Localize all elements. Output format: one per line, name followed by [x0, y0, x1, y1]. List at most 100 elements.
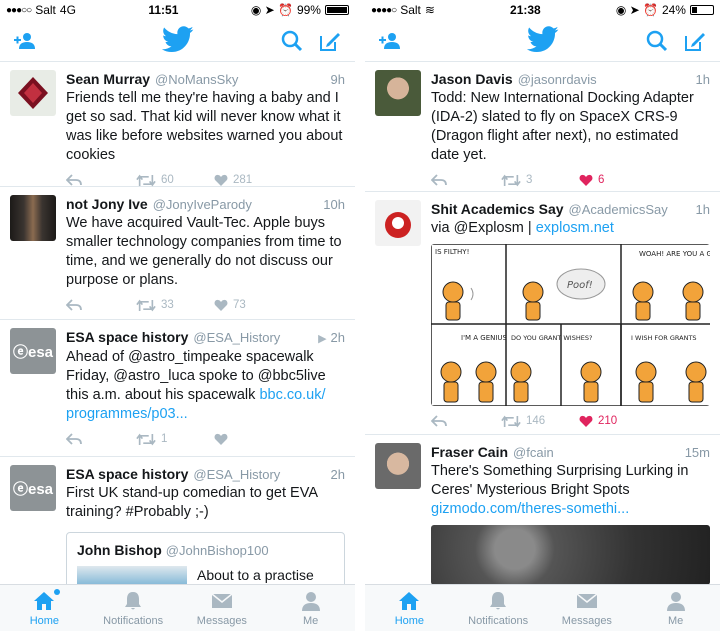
- author-name[interactable]: ESA space history: [66, 465, 188, 483]
- tab-me[interactable]: Me: [631, 585, 720, 631]
- tab-home[interactable]: Home: [365, 585, 454, 631]
- author-handle[interactable]: @jasonrdavis: [518, 71, 692, 89]
- author-handle[interactable]: @JonyIveParody: [153, 196, 320, 214]
- author-name[interactable]: Sean Murray: [66, 70, 150, 88]
- like-count: 210: [598, 415, 618, 427]
- tweet-link[interactable]: gizmodo.com/theres-somethi...: [431, 501, 629, 517]
- retweet-count: 33: [161, 299, 174, 311]
- tab-label: Messages: [561, 615, 612, 627]
- reply-icon[interactable]: [66, 299, 136, 311]
- like-button[interactable]: 281: [214, 174, 284, 186]
- author-name[interactable]: not Jony Ive: [66, 195, 148, 213]
- tab-notifications[interactable]: Notifications: [454, 585, 543, 631]
- wifi-icon: ≋: [424, 3, 435, 17]
- tweet-link[interactable]: explosm.net: [536, 220, 614, 236]
- author-name[interactable]: Fraser Cain: [431, 443, 508, 461]
- add-user-icon[interactable]: [10, 26, 40, 56]
- tweet-card[interactable]: not Jony Ive @JonyIveParody 10h We have ac…: [0, 187, 355, 320]
- retweet-count: 60: [161, 174, 174, 186]
- retweet-button[interactable]: 146: [501, 415, 579, 428]
- tweet-card[interactable]: ⓔesa ESA space history @ESA_History ▶ 2h Ah…: [0, 320, 355, 457]
- tweet-card[interactable]: Sean Murray @NoMansSky 9h Friends tell me …: [0, 62, 355, 187]
- media-indicator-icon: ▶: [318, 333, 327, 345]
- author-name[interactable]: Shit Academics Say: [431, 200, 564, 218]
- person-icon: [666, 592, 685, 611]
- retweet-icon: [501, 415, 521, 428]
- status-bar: ●●●●○ Salt ≋ 21:38 ◉ ➤ ⏰ 24%: [365, 0, 720, 20]
- retweet-button[interactable]: 60: [136, 174, 214, 187]
- comic-caption: WOAH! ARE YOU A GENIE?: [639, 250, 710, 258]
- like-button[interactable]: 210: [579, 415, 649, 427]
- author-handle[interactable]: @fcain: [513, 444, 681, 462]
- battery-icon: [689, 5, 714, 15]
- tweet-time: 1h: [695, 72, 710, 87]
- status-icons: ◉ ➤ ⏰: [250, 3, 293, 17]
- tab-home[interactable]: Home: [0, 585, 89, 631]
- tab-label: Me: [302, 615, 319, 627]
- unread-dot: [54, 589, 61, 595]
- retweet-count: 146: [526, 415, 546, 427]
- reply-icon[interactable]: [66, 433, 136, 445]
- heart-icon: [214, 433, 228, 445]
- like-count: 281: [233, 174, 253, 186]
- bottom-tab-bar: Home Notifications Messages Me: [0, 584, 355, 631]
- reply-icon[interactable]: [431, 415, 501, 427]
- search-icon[interactable]: [642, 26, 672, 56]
- tab-messages[interactable]: Messages: [178, 585, 267, 631]
- like-button[interactable]: 73: [214, 299, 284, 311]
- person-icon: [301, 592, 320, 611]
- comic-image[interactable]: IS FILTHY! Poof! WOAH! ARE YOU A GENIE? …: [431, 244, 710, 406]
- heart-icon: [214, 299, 228, 311]
- avatar[interactable]: [375, 443, 421, 489]
- reply-icon[interactable]: [66, 174, 136, 186]
- reply-icon[interactable]: [431, 174, 501, 186]
- ceres-photo[interactable]: [431, 525, 710, 585]
- avatar[interactable]: [10, 70, 56, 116]
- tab-me[interactable]: Me: [266, 585, 355, 631]
- retweet-button[interactable]: 3: [501, 174, 579, 187]
- tweet-time: 1h: [695, 202, 710, 217]
- tab-messages[interactable]: Messages: [543, 585, 632, 631]
- search-icon[interactable]: [277, 26, 307, 56]
- heart-icon: [214, 174, 228, 186]
- author-handle[interactable]: @AcademicsSay: [569, 201, 692, 219]
- avatar[interactable]: ⓔesa: [10, 465, 56, 511]
- retweet-button[interactable]: 33: [136, 299, 214, 312]
- carrier-label: Salt: [400, 3, 421, 17]
- tab-label: Me: [667, 615, 684, 627]
- avatar[interactable]: ⓔesa: [10, 328, 56, 374]
- home-icon: [34, 592, 55, 610]
- esa-logo-icon: ⓔesa: [12, 480, 54, 498]
- author-handle[interactable]: @ESA_History: [193, 329, 314, 347]
- tweet-time: 15m: [684, 445, 710, 460]
- add-user-icon[interactable]: [375, 26, 405, 56]
- author-name[interactable]: ESA space history: [66, 328, 188, 346]
- author-handle[interactable]: @ESA_History: [193, 466, 326, 484]
- tab-notifications[interactable]: Notifications: [89, 585, 178, 631]
- avatar[interactable]: [375, 70, 421, 116]
- like-count: 6: [598, 174, 605, 186]
- tweet-text: via @Explosm |: [431, 220, 536, 236]
- status-bar: ●●●○○ Salt 4G 11:51 ◉ ➤ ⏰ 99%: [0, 0, 355, 20]
- carrier-label: Salt: [35, 3, 56, 17]
- like-button[interactable]: 6: [579, 174, 649, 186]
- like-button[interactable]: [214, 433, 284, 445]
- author-handle[interactable]: @NoMansSky: [155, 71, 326, 89]
- avatar[interactable]: [10, 195, 56, 241]
- tweet-card[interactable]: Jason Davis @jasonrdavis 1h Todd: New Inte…: [365, 62, 720, 192]
- like-count: 73: [233, 299, 246, 311]
- compose-icon[interactable]: [315, 26, 345, 56]
- battery-icon: [324, 5, 349, 15]
- tweet-text: Friends tell me they're having a baby an…: [66, 90, 343, 163]
- compose-icon[interactable]: [680, 26, 710, 56]
- tweet-card[interactable]: Shit Academics Say @AcademicsSay 1h via @E…: [365, 192, 720, 435]
- avatar[interactable]: [375, 200, 421, 246]
- author-name[interactable]: Jason Davis: [431, 70, 513, 88]
- tab-label: Home: [394, 615, 425, 627]
- status-icons: ◉ ➤ ⏰: [615, 3, 658, 17]
- retweet-button[interactable]: 1: [136, 433, 214, 446]
- retweet-icon: [136, 299, 156, 312]
- bell-icon: [490, 592, 507, 610]
- retweet-icon: [501, 174, 521, 187]
- tweet-text: First UK stand-up comedian to get EVA tr…: [66, 485, 318, 520]
